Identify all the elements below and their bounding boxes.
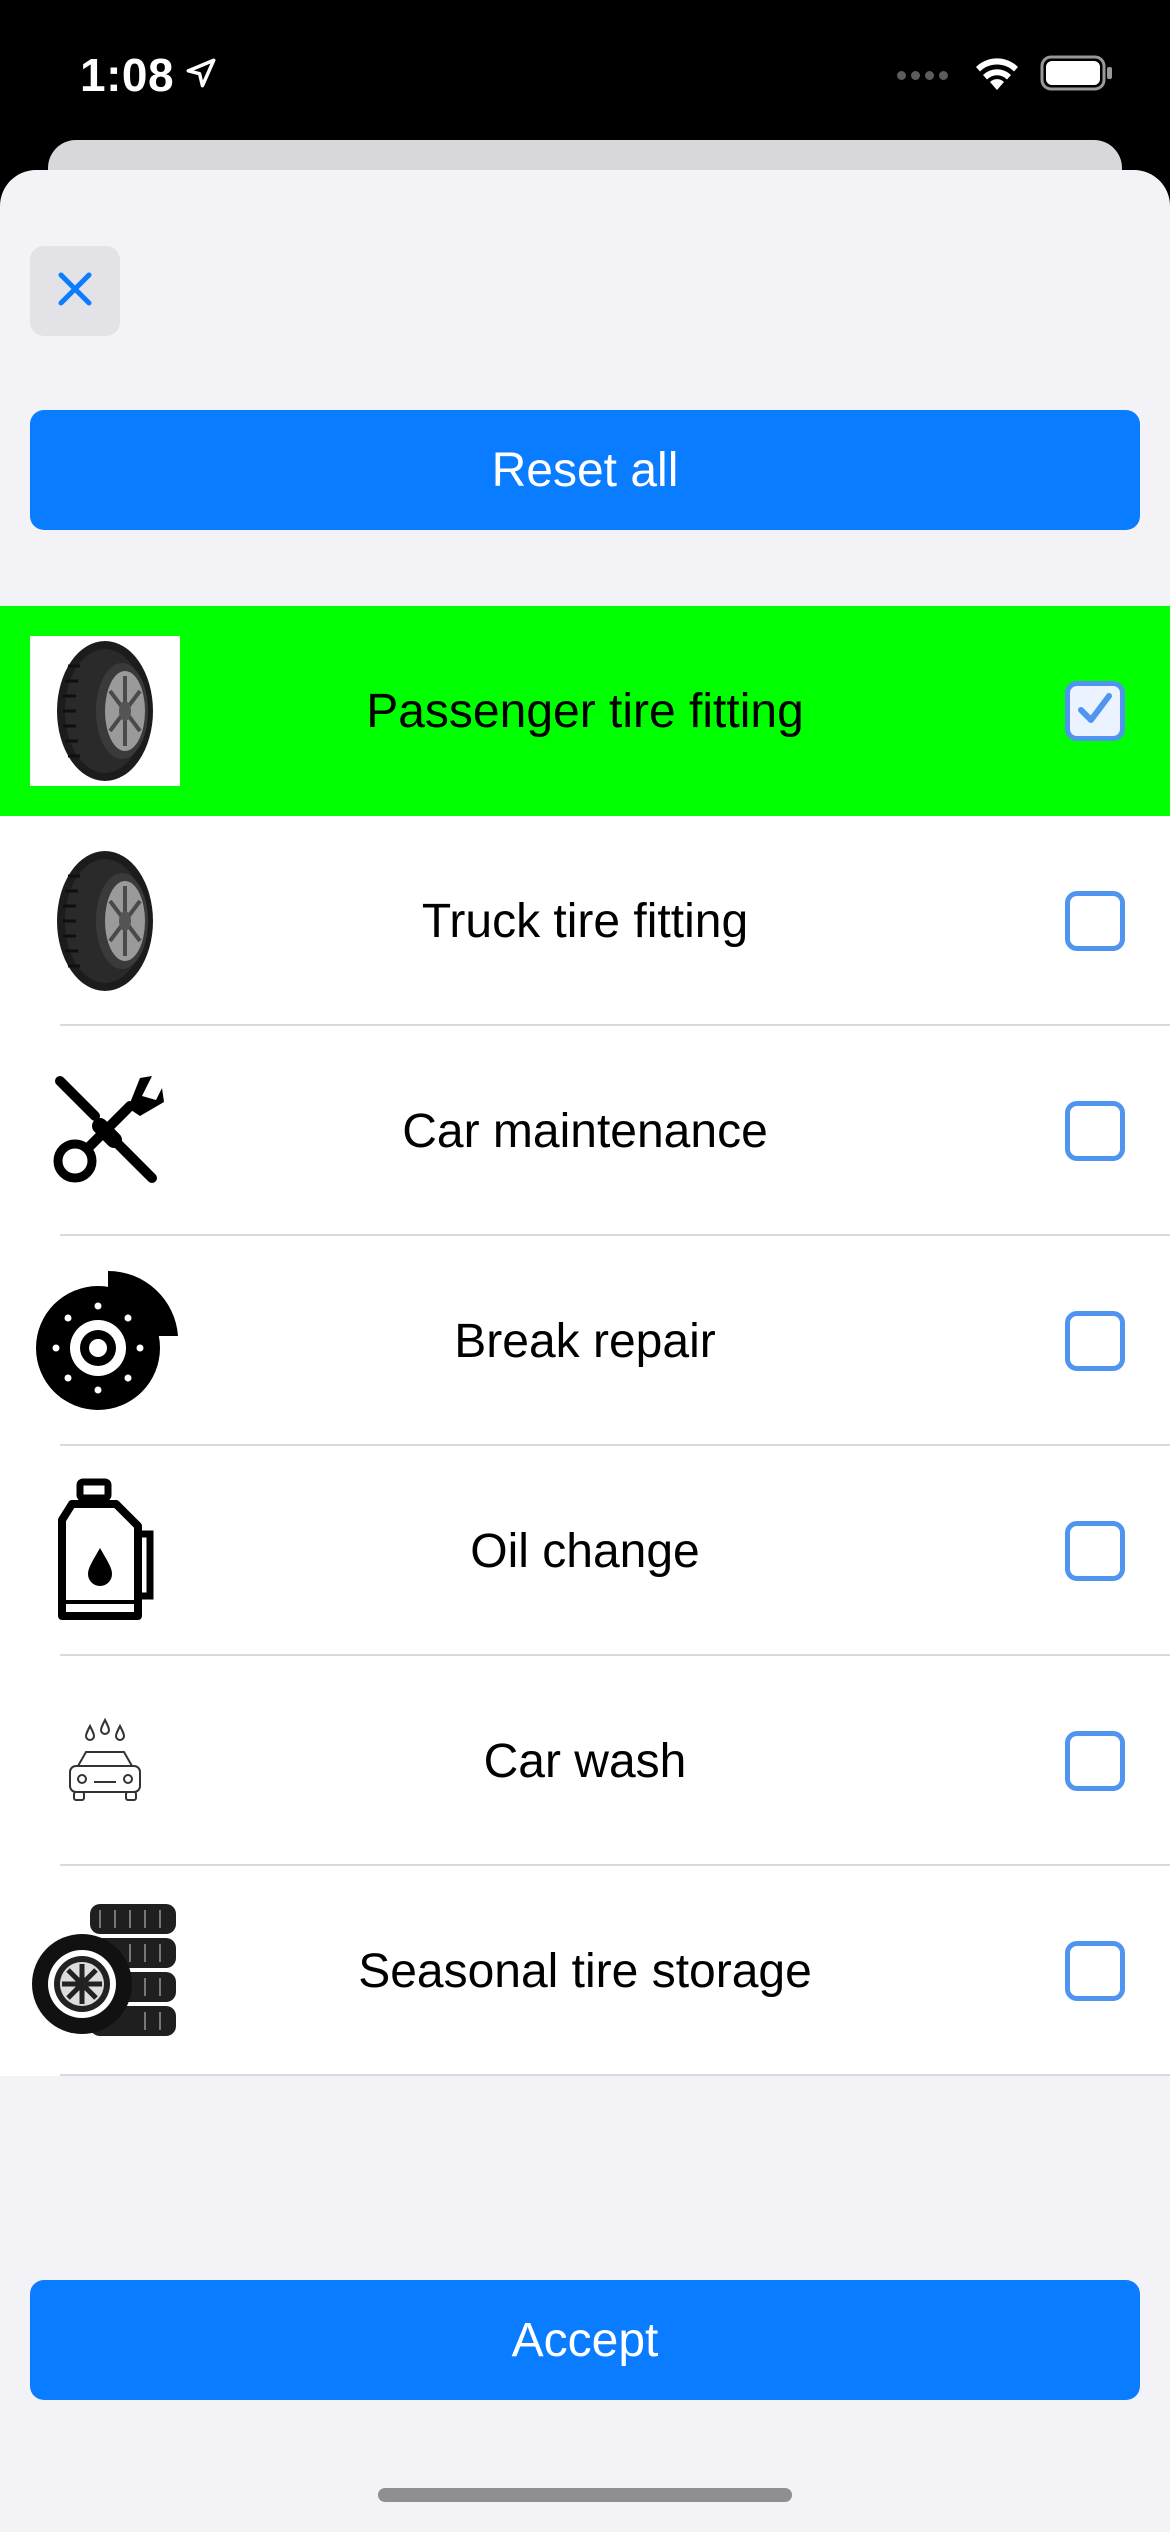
service-label: Car wash <box>483 1734 687 1788</box>
home-indicator[interactable] <box>378 2488 792 2502</box>
oil-canister-icon <box>30 1476 180 1626</box>
battery-icon <box>1040 54 1114 97</box>
service-checkbox[interactable] <box>1065 1941 1125 2001</box>
service-label: Passenger tire fitting <box>366 684 804 738</box>
close-icon <box>55 269 95 314</box>
service-label: Car maintenance <box>402 1104 768 1158</box>
location-arrow-icon <box>184 56 218 95</box>
service-checkbox[interactable] <box>1065 681 1125 741</box>
service-checkbox[interactable] <box>1065 1311 1125 1371</box>
service-checkbox[interactable] <box>1065 1731 1125 1791</box>
service-row-passenger-tire-fitting[interactable]: Passenger tire fitting <box>0 606 1170 816</box>
service-row-car-wash[interactable]: Car wash <box>0 1656 1170 1866</box>
status-time-group: 1:08 <box>80 42 218 108</box>
car-wash-icon <box>30 1686 180 1836</box>
service-list: Passenger tire fitting Truck tire fittin… <box>0 606 1170 2076</box>
service-row-car-maintenance[interactable]: Car maintenance <box>0 1026 1170 1236</box>
status-bar: 1:08 <box>0 0 1170 150</box>
cellular-signal-icon <box>897 70 948 80</box>
service-checkbox[interactable] <box>1065 1101 1125 1161</box>
status-time: 1:08 <box>80 49 175 101</box>
tire-icon <box>30 636 180 786</box>
row-divider <box>60 2074 1170 2076</box>
status-indicators <box>897 50 1114 100</box>
brake-disc-icon <box>30 1266 180 1416</box>
service-label: Oil change <box>470 1524 700 1578</box>
service-label: Seasonal tire storage <box>358 1944 812 1998</box>
service-checkbox[interactable] <box>1065 891 1125 951</box>
wrench-screwdriver-icon <box>30 1056 180 1206</box>
service-row-break-repair[interactable]: Break repair <box>0 1236 1170 1446</box>
tire-icon <box>30 846 180 996</box>
service-checkbox[interactable] <box>1065 1521 1125 1581</box>
service-row-seasonal-tire-storage[interactable]: Seasonal tire storage <box>0 1866 1170 2076</box>
tire-stack-icon <box>30 1896 180 2046</box>
accept-button[interactable]: Accept <box>30 2280 1140 2400</box>
service-label: Truck tire fitting <box>421 894 749 948</box>
wifi-icon <box>972 54 1022 97</box>
checkmark-icon <box>1073 687 1117 736</box>
reset-all-button[interactable]: Reset all <box>30 410 1140 530</box>
service-row-truck-tire-fitting[interactable]: Truck tire fitting <box>0 816 1170 1026</box>
service-filter-sheet: Reset all Passenger tire fitting Truck t… <box>0 170 1170 2532</box>
close-button[interactable] <box>30 246 120 336</box>
service-label: Break repair <box>454 1314 716 1368</box>
service-row-oil-change[interactable]: Oil change <box>0 1446 1170 1656</box>
